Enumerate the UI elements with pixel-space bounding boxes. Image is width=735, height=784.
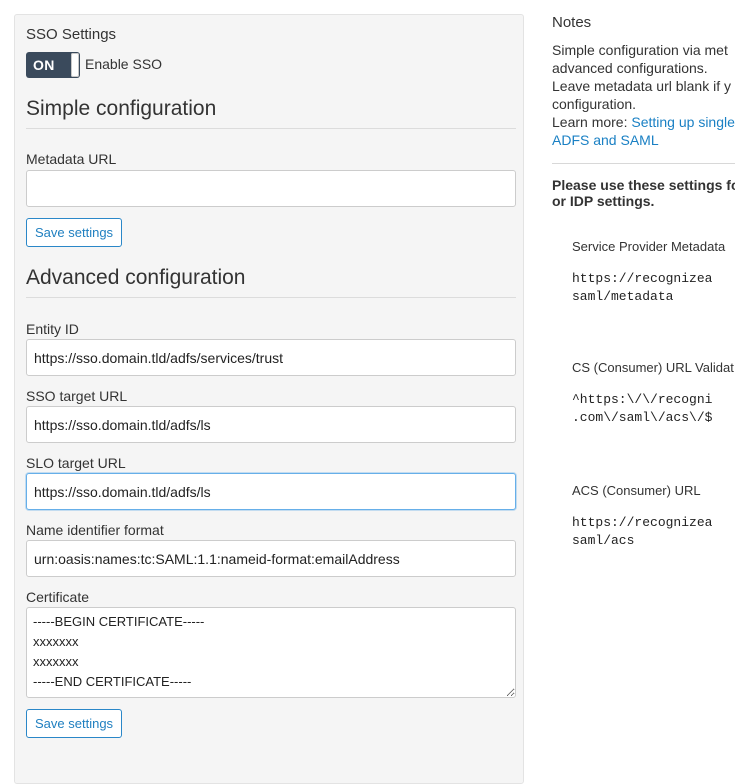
instructions-line-2: or IDP settings. — [552, 193, 655, 209]
enable-sso-label: Enable SSO — [85, 56, 163, 72]
notes-line-4: configuration. — [552, 96, 637, 112]
certificate-label: Certificate — [26, 589, 90, 605]
simple-config-divider — [26, 128, 516, 129]
slo-target-url-input[interactable] — [26, 473, 516, 510]
instructions-line-1: Please use these settings fo — [552, 177, 735, 193]
acs-url-line-2: saml/acs — [572, 533, 635, 548]
notes-line-1: Simple configuration via met — [552, 42, 728, 58]
metadata-url-label: Metadata URL — [26, 151, 117, 167]
setup-guide-link-continued[interactable]: ADFS and SAML — [552, 132, 659, 148]
name-identifier-format-label: Name identifier format — [26, 522, 164, 538]
notes-line-2: advanced configurations. — [552, 60, 708, 76]
advanced-config-divider — [26, 297, 516, 298]
learn-more-label: Learn more: — [552, 114, 628, 130]
notes-paragraph: Simple configuration via met advanced co… — [552, 41, 735, 149]
advanced-save-settings-button[interactable]: Save settings — [26, 709, 123, 738]
acs-url-line-1: https://recognizea — [572, 515, 713, 530]
cs-url-line-2: .com\/saml\/acs\/$ — [572, 410, 713, 425]
name-identifier-format-input[interactable] — [26, 540, 516, 577]
toggle-knob — [71, 53, 79, 77]
slo-target-url-label: SLO target URL — [26, 455, 126, 471]
sso-target-url-label: SSO target URL — [26, 388, 128, 404]
cs-url-validation-label: CS (Consumer) URL Validat — [572, 360, 734, 375]
toggle-state-label: ON — [33, 57, 55, 73]
sso-settings-title: SSO Settings — [26, 26, 117, 43]
metadata-url-input[interactable] — [26, 170, 516, 207]
learn-more-line: Learn more: Setting up single — [552, 113, 735, 131]
sp-metadata-line-2: saml/metadata — [572, 289, 674, 304]
enable-sso-toggle[interactable]: ON — [26, 52, 80, 78]
sp-metadata-value: https://recognizea saml/metadata — [572, 270, 712, 306]
notes-line-3: Leave metadata url blank if y — [552, 78, 731, 94]
acs-url-label: ACS (Consumer) URL — [572, 483, 701, 498]
cs-url-validation-value: ^https:\/\/recogni .com\/saml\/acs\/$ — [572, 391, 712, 427]
idp-settings-instructions: Please use these settings fo or IDP sett… — [552, 177, 735, 209]
notes-title: Notes — [552, 14, 592, 31]
simple-save-settings-button[interactable]: Save settings — [26, 218, 123, 247]
entity-id-input[interactable] — [26, 339, 516, 376]
advanced-config-heading: Advanced configuration — [26, 266, 246, 289]
simple-config-heading: Simple configuration — [26, 97, 217, 120]
notes-divider — [552, 163, 735, 164]
sp-metadata-label: Service Provider Metadata — [572, 239, 726, 254]
notes-column: Notes Simple configuration via met advan… — [552, 0, 735, 768]
entity-id-label: Entity ID — [26, 321, 79, 337]
sso-target-url-input[interactable] — [26, 406, 516, 443]
acs-url-value: https://recognizea saml/acs — [572, 514, 712, 550]
sso-settings-panel: SSO Settings ON Enable SSO Simple config… — [14, 14, 524, 784]
cs-url-line-1: ^https:\/\/recogni — [572, 392, 713, 407]
sp-metadata-line-1: https://recognizea — [572, 271, 713, 286]
certificate-textarea[interactable]: -----BEGIN CERTIFICATE----- xxxxxxx xxxx… — [26, 607, 516, 698]
setup-guide-link[interactable]: Setting up single — [631, 114, 735, 130]
